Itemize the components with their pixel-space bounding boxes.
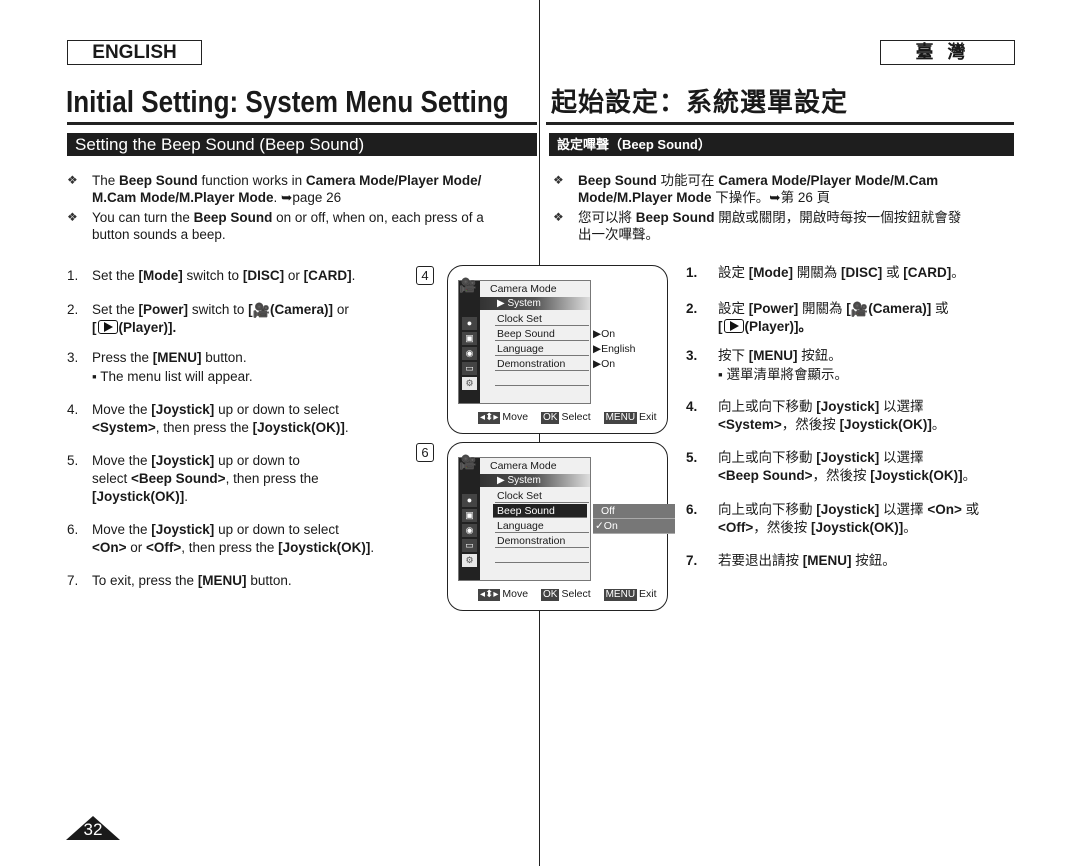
menu-item-clock-set[interactable]: Clock Set [495, 489, 589, 503]
lcd-screen-system-menu: ● ▣ ◉ ▭ ⚙ 🎥 Camera Mode ▶ System Clock S… [447, 265, 668, 434]
screen-badge: 6 [416, 443, 434, 462]
section-heading-chinese: 設定嗶聲（Beep Sound） [549, 133, 1014, 156]
camera-mode-icon: 🎥 [459, 454, 477, 470]
menu-item-clock-set[interactable]: Clock Set [495, 312, 589, 326]
menu-panel: ● ▣ ◉ ▭ ⚙ 🎥 Camera Mode ▶ System Clock S… [458, 277, 636, 404]
ok-key-icon: OK [541, 589, 560, 601]
camera-icon: 🎥 [252, 302, 271, 319]
joystick-icon: ◂⬍▸ [478, 589, 501, 601]
menu-item-empty [495, 564, 589, 578]
disc-icon: ◉ [462, 524, 477, 537]
tv-icon: ▭ [462, 539, 477, 552]
title-rule [67, 122, 537, 125]
button-hints: ◂⬍▸ Move OK Select MENU Exit [478, 588, 657, 601]
camera-icon: 🎥 [850, 301, 869, 318]
menu-item-language[interactable]: Language [495, 519, 589, 533]
beep-sound-options: Off ✓On [593, 504, 675, 534]
menu-item-empty [495, 549, 589, 563]
section-heading-english: Setting the Beep Sound (Beep Sound) [67, 133, 537, 156]
menu-header: Camera Mode [490, 283, 557, 295]
menu-key-icon: MENU [603, 589, 638, 601]
menu-sidebar: ● ▣ ◉ ▭ ⚙ [459, 458, 480, 580]
gear-icon: ⚙ [462, 554, 477, 567]
menu-sidebar: ● ▣ ◉ ▭ ⚙ [459, 281, 480, 403]
menu-value-beep-sound: ▶On [593, 328, 616, 340]
camera-icon: ▣ [462, 509, 477, 522]
menu-key-icon: MENU [603, 412, 638, 424]
camera-icon: ▣ [462, 332, 477, 345]
diamond-bullet-icon: ❖ [553, 173, 564, 187]
option-off[interactable]: Off [593, 504, 675, 519]
diamond-bullet-icon: ❖ [553, 210, 564, 224]
menu-item-demonstration[interactable]: Demonstration [495, 534, 589, 548]
note-item: ❖ You can turn the Beep Sound on or off,… [67, 210, 484, 242]
disc-icon: ◉ [462, 347, 477, 360]
menu-item-beep-sound[interactable]: Beep Sound [493, 504, 587, 518]
language-label-taiwan: 臺灣 [880, 40, 1015, 65]
play-icon [723, 319, 744, 334]
page-title-chinese: 起始設定：系統選單設定 [551, 82, 849, 122]
diamond-bullet-icon: ❖ [67, 173, 78, 187]
camera-mode-icon: 🎥 [459, 277, 477, 293]
page-title-english: Initial Setting: System Menu Setting [66, 82, 514, 122]
joystick-icon: ◂⬍▸ [478, 412, 501, 424]
note-item: ❖ Beep Sound 功能可在 Camera Mode/Player Mod… [553, 173, 939, 205]
photo-icon: ● [462, 494, 477, 507]
play-icon [97, 320, 118, 335]
sub-bullet: ▪ The menu list will appear. [92, 369, 253, 384]
menu-item-system[interactable]: ▶ System [480, 474, 590, 487]
note-item: ❖ 您可以將 Beep Sound 開啟或關閉，開啟時每按一個按鈕就會發 出一次… [553, 210, 962, 242]
menu-item-empty [495, 372, 589, 386]
sub-bullet: ▪ 選單清單將會顯示。 [718, 367, 849, 382]
lcd-screen-beep-sound-menu: ● ▣ ◉ ▭ ⚙ 🎥 Camera Mode ▶ System Clock S… [447, 442, 675, 611]
menu-value-language: ▶English [593, 343, 636, 355]
photo-icon: ● [462, 317, 477, 330]
diamond-bullet-icon: ❖ [67, 210, 78, 224]
menu-value-demonstration: ▶On [593, 358, 616, 370]
gear-icon: ⚙ [462, 377, 477, 390]
title-rule [546, 122, 1014, 125]
menu-item-beep-sound[interactable]: Beep Sound [495, 327, 589, 341]
language-label-english: ENGLISH [67, 40, 202, 65]
menu-item-demonstration[interactable]: Demonstration [495, 357, 589, 371]
tv-icon: ▭ [462, 362, 477, 375]
note-item: ❖ The Beep Sound function works in Camer… [67, 173, 482, 205]
menu-item-language[interactable]: Language [495, 342, 589, 356]
ok-key-icon: OK [541, 412, 560, 424]
menu-item-system[interactable]: ▶ System [480, 297, 590, 310]
screen-badge: 4 [416, 266, 434, 285]
menu-panel: ● ▣ ◉ ▭ ⚙ 🎥 Camera Mode ▶ System Clock S… [458, 454, 675, 581]
menu-header: Camera Mode [490, 460, 557, 472]
page-number: 32 [83, 820, 103, 839]
option-on[interactable]: ✓On [593, 519, 675, 534]
menu-item-empty [495, 387, 589, 401]
button-hints: ◂⬍▸ Move OK Select MENU Exit [478, 411, 657, 424]
